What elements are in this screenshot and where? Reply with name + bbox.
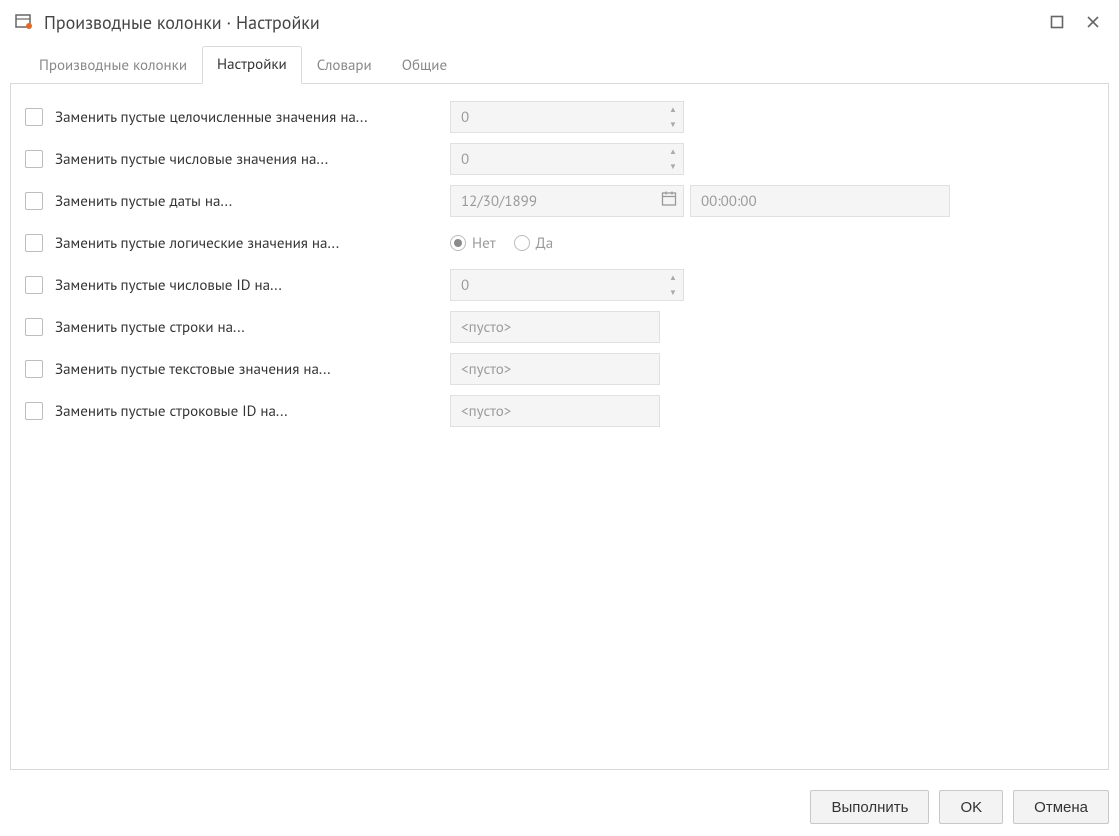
- label-replace-str: Заменить пустые строки на...: [55, 318, 450, 337]
- checkbox-replace-numid[interactable]: [25, 276, 43, 294]
- spinner-down-icon[interactable]: ▼: [663, 159, 683, 174]
- label-replace-text: Заменить пустые текстовые значения на...: [55, 360, 450, 379]
- label-replace-date: Заменить пустые даты на...: [55, 192, 450, 211]
- radio-no[interactable]: Нет: [450, 234, 496, 253]
- row-replace-text: Заменить пустые текстовые значения на...…: [25, 348, 1094, 390]
- spinner-up-icon[interactable]: ▲: [663, 144, 683, 159]
- row-replace-str: Заменить пустые строки на... <пусто>: [25, 306, 1094, 348]
- app-icon: [14, 12, 34, 32]
- row-replace-date: Заменить пустые даты на... 12/30/1899 00…: [25, 180, 1094, 222]
- spinner-up-icon[interactable]: ▲: [663, 102, 683, 117]
- maximize-button[interactable]: [1045, 10, 1069, 34]
- close-button[interactable]: [1081, 10, 1105, 34]
- value-replace-date: 12/30/1899: [461, 192, 537, 211]
- row-replace-strid: Заменить пустые строковые ID на... <пуст…: [25, 390, 1094, 432]
- input-replace-strid[interactable]: <пусто>: [450, 395, 660, 427]
- radio-yes-label: Да: [536, 234, 553, 253]
- checkbox-replace-int[interactable]: [25, 108, 43, 126]
- value-replace-int: 0: [461, 108, 469, 127]
- tab-derived-columns[interactable]: Производные колонки: [24, 47, 202, 84]
- input-replace-time[interactable]: 00:00:00: [690, 185, 950, 217]
- spinner-down-icon[interactable]: ▼: [663, 285, 683, 300]
- label-replace-bool: Заменить пустые логические значения на..…: [55, 234, 450, 253]
- spinner-down-icon[interactable]: ▼: [663, 117, 683, 132]
- tab-dictionaries[interactable]: Словари: [302, 47, 387, 84]
- input-replace-num[interactable]: 0 ▲ ▼: [450, 143, 684, 175]
- spinner-replace-num[interactable]: ▲ ▼: [663, 144, 683, 174]
- radio-group-bool: Нет Да: [450, 234, 553, 253]
- label-replace-strid: Заменить пустые строковые ID на...: [55, 402, 450, 421]
- value-replace-num: 0: [461, 150, 469, 169]
- label-replace-numid: Заменить пустые числовые ID на...: [55, 276, 450, 295]
- radio-dot-icon: [450, 235, 466, 251]
- spinner-up-icon[interactable]: ▲: [663, 270, 683, 285]
- tab-strip: Производные колонки Настройки Словари Об…: [10, 44, 1109, 84]
- row-replace-numid: Заменить пустые числовые ID на... 0 ▲ ▼: [25, 264, 1094, 306]
- tab-settings[interactable]: Настройки: [202, 46, 302, 84]
- checkbox-replace-num[interactable]: [25, 150, 43, 168]
- placeholder-replace-text: <пусто>: [461, 360, 511, 379]
- window-title: Производные колонки · Настройки: [44, 11, 1033, 34]
- run-button[interactable]: Выполнить: [810, 790, 929, 824]
- value-replace-time: 00:00:00: [701, 192, 757, 211]
- label-replace-int: Заменить пустые целочисленные значения н…: [55, 108, 450, 127]
- placeholder-replace-str: <пусто>: [461, 318, 511, 337]
- value-replace-numid: 0: [461, 276, 469, 295]
- ok-button[interactable]: OK: [939, 790, 1003, 824]
- checkbox-replace-strid[interactable]: [25, 402, 43, 420]
- radio-dot-icon: [514, 235, 530, 251]
- row-replace-bool: Заменить пустые логические значения на..…: [25, 222, 1094, 264]
- label-replace-num: Заменить пустые числовые значения на...: [55, 150, 450, 169]
- cancel-button[interactable]: Отмена: [1013, 790, 1109, 824]
- input-replace-text[interactable]: <пусто>: [450, 353, 660, 385]
- tab-general[interactable]: Общие: [387, 47, 462, 84]
- input-replace-date[interactable]: 12/30/1899: [450, 185, 684, 217]
- dialog-window: Производные колонки · Настройки Производ…: [0, 0, 1119, 836]
- radio-yes[interactable]: Да: [514, 234, 553, 253]
- checkbox-replace-str[interactable]: [25, 318, 43, 336]
- spinner-replace-int[interactable]: ▲ ▼: [663, 102, 683, 132]
- checkbox-replace-bool[interactable]: [25, 234, 43, 252]
- radio-no-label: Нет: [472, 234, 496, 253]
- checkbox-replace-text[interactable]: [25, 360, 43, 378]
- checkbox-replace-date[interactable]: [25, 192, 43, 210]
- titlebar: Производные колонки · Настройки: [0, 0, 1119, 44]
- input-replace-numid[interactable]: 0 ▲ ▼: [450, 269, 684, 301]
- input-replace-int[interactable]: 0 ▲ ▼: [450, 101, 684, 133]
- placeholder-replace-strid: <пусто>: [461, 402, 511, 421]
- spinner-replace-numid[interactable]: ▲ ▼: [663, 270, 683, 300]
- dialog-footer: Выполнить OK Отмена: [0, 780, 1119, 836]
- row-replace-int: Заменить пустые целочисленные значения н…: [25, 96, 1094, 138]
- input-replace-str[interactable]: <пусто>: [450, 311, 660, 343]
- calendar-icon[interactable]: [661, 191, 677, 212]
- settings-panel: Заменить пустые целочисленные значения н…: [10, 84, 1109, 770]
- row-replace-num: Заменить пустые числовые значения на... …: [25, 138, 1094, 180]
